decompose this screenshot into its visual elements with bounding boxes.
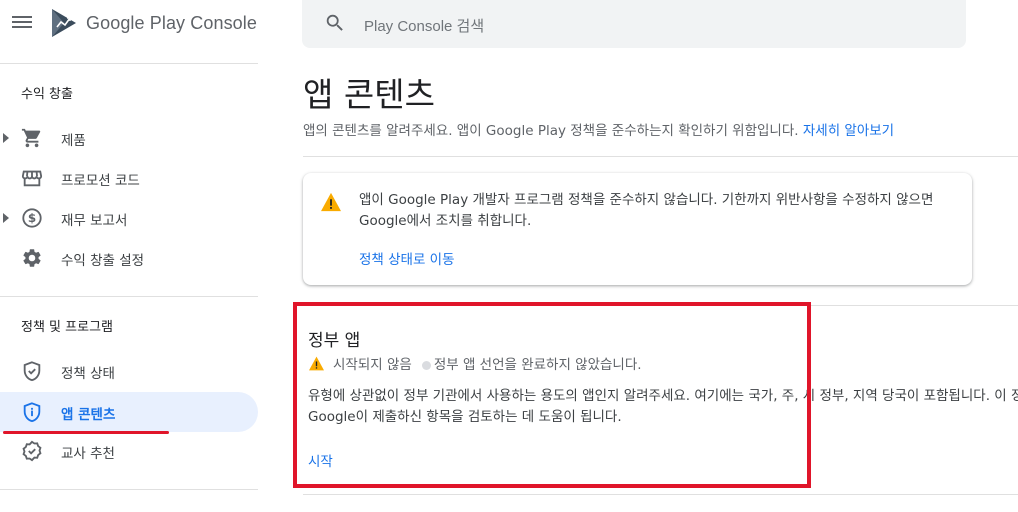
cart-icon [21,128,41,148]
sidebar-item-policy-status[interactable]: 정책 상태 [0,351,258,391]
page-title: 앱 콘텐츠 [303,75,435,114]
search-bar[interactable]: Play Console 검색 [302,0,966,48]
warning-icon [321,192,341,212]
badge-icon [22,440,42,462]
policy-alert-card: 앱이 Google Play 개발자 프로그램 정책을 준수하지 않습니다. 기… [303,173,972,285]
sidebar-item-products[interactable]: 제품 [0,118,258,158]
section-title: 정부 앱 [308,331,361,351]
status-detail: 정부 앱 선언을 완료하지 않았습니다. [433,357,642,373]
sidebar-item-promo-codes[interactable]: 프로모션 코드 [0,158,258,198]
sidebar-item-label: 수익 창출 설정 [61,253,145,269]
sidebar-item-app-content[interactable]: 앱 콘텐츠 [0,392,258,432]
sidebar-item-teacher-approved[interactable]: 교사 추천 [0,431,258,471]
shield-info-icon [23,402,41,423]
dollar-icon: $ [22,208,42,228]
store-icon [21,170,43,187]
sidebar: Google Play Console 수익 창출 제품 프로모션 코드 $ 재… [0,0,258,512]
search-input[interactable]: Play Console 검색 [364,15,484,36]
sidebar-item-label: 앱 콘텐츠 [61,407,116,423]
content-divider [303,494,1018,495]
menu-icon[interactable] [11,13,33,33]
sidebar-item-financial-reports[interactable]: $ 재무 보고서 [0,198,258,238]
shield-check-icon [23,361,41,382]
go-to-policy-status-link[interactable]: 정책 상태로 이동 [359,248,455,268]
status-badge: 시작되지 않음 [333,357,412,373]
expand-caret-icon[interactable] [3,213,9,223]
expand-caret-icon[interactable] [3,133,9,143]
sidebar-item-label: 프로모션 코드 [61,173,140,189]
separator-dot [421,360,431,370]
alert-message: 앱이 Google Play 개발자 프로그램 정책을 준수하지 않습니다. 기… [359,192,934,229]
sidebar-item-label: 정책 상태 [61,366,115,382]
gear-icon [23,249,41,267]
learn-more-link[interactable]: 자세히 알아보기 [803,123,894,139]
app-title: Google Play Console [86,12,258,33]
sidebar-divider [0,63,258,64]
government-app-section: 정부 앱 시작되지 않음 정부 앱 선언을 완료하지 않았습니다. 유형에 상관… [303,306,1018,492]
svg-text:$: $ [28,211,36,225]
search-icon[interactable] [324,12,346,34]
play-console-logo-icon [52,9,76,37]
sidebar-item-monetization-settings[interactable]: 수익 창출 설정 [0,238,258,278]
sidebar-heading-monetization: 수익 창출 [21,87,73,102]
sidebar-divider [0,296,258,297]
warning-icon [309,356,324,370]
content-divider [303,156,1018,157]
page-subtitle: 앱의 콘텐츠를 알려주세요. 앱이 Google Play 정책을 준수하는지 … [303,119,894,139]
sidebar-divider [0,489,258,490]
app-logo[interactable]: Google Play Console [51,8,257,38]
sidebar-heading-policy: 정책 및 프로그램 [21,320,113,335]
sidebar-item-label: 재무 보고서 [61,213,128,229]
sidebar-item-label: 제품 [61,133,86,149]
sidebar-item-label: 교사 추천 [61,446,115,462]
section-description: 유형에 상관없이 정부 기관에서 사용하는 용도의 앱인지 알려주세요. 여기에… [308,388,1018,425]
status-row: 시작되지 않음 정부 앱 선언을 완료하지 않았습니다. [308,353,642,373]
page-subtitle-text: 앱의 콘텐츠를 알려주세요. 앱이 Google Play 정책을 준수하는지 … [303,123,799,139]
start-link[interactable]: 시작 [308,450,333,470]
